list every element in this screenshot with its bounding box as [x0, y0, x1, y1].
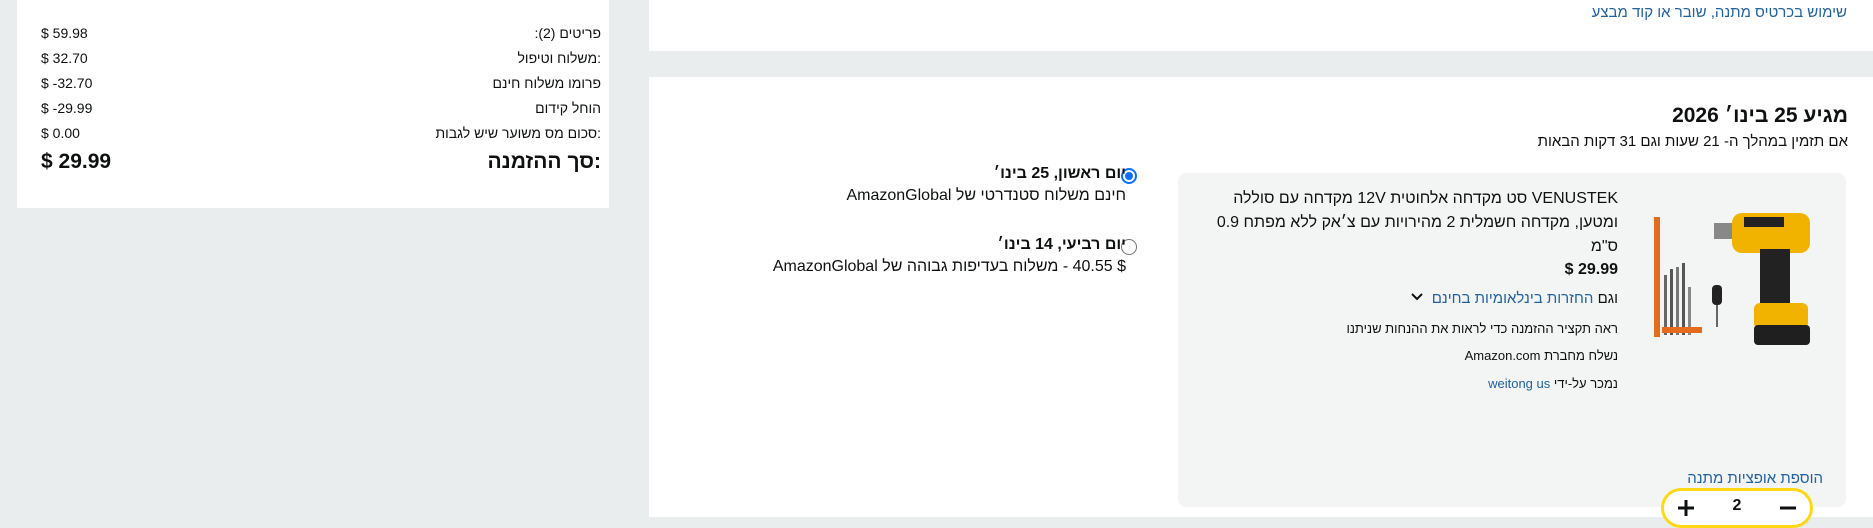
- sold-by: נמכר על-ידי weitong us: [1488, 376, 1618, 391]
- gift-card-link[interactable]: שימוש בכרטיס מתנה, שובר או קוד מבצע: [1592, 4, 1847, 21]
- product-title[interactable]: VENUSTEK סט מקדחה אלחוטית 12V מקדחה עם ס…: [1198, 187, 1618, 259]
- shipping-option-1-desc: חינם משלוח סטנדרטי של AmazonGlobal: [846, 187, 1126, 204]
- total-value: $ 29.99: [41, 150, 112, 173]
- promo-shipping-value: $ -32.70: [41, 75, 93, 91]
- item-card: VENUSTEK סט מקדחה אלחוטית 12V מקדחה עם ס…: [1178, 173, 1846, 528]
- order-summary-note: ראה תקציר ההזמנה כדי לראות את ההנחות שני…: [1346, 321, 1618, 336]
- summary-items-row: $ 59.98 פריטים (2):: [41, 23, 601, 43]
- quantity-stepper[interactable]: 2: [1661, 488, 1813, 528]
- returns-prefix: וגם: [1597, 290, 1618, 307]
- product-price: $ 29.99: [1564, 261, 1618, 278]
- summary-total-row: $ 29.99 :סך ההזמנה: [41, 148, 601, 176]
- tax-label: :סכום מס משוער שיש לגבות: [435, 125, 601, 141]
- gift-card-box: שימוש בכרטיס מתנה, שובר או קוד מבצע: [649, 0, 1873, 51]
- shipping-value: $ 32.70: [41, 50, 88, 66]
- total-label: :סך ההזמנה: [487, 150, 601, 173]
- returns-info: וגם החזרות בינלאומיות בחינם: [1410, 290, 1618, 307]
- seller-link[interactable]: weitong us: [1488, 376, 1550, 391]
- minus-icon[interactable]: [1776, 496, 1800, 520]
- summary-promo-applied-row: $ -29.99 הוחל קידום: [41, 98, 601, 118]
- summary-promo-shipping-row: $ -32.70 פרומו משלוח חינם: [41, 73, 601, 93]
- shipping-option-2-desc: $ 40.55 - משלוח בעדיפות גבוהה של AmazonG…: [772, 258, 1126, 275]
- shipping-option-2[interactable]: יום רביעי, 14 בינו׳ $ 40.55 - משלוח בעדי…: [773, 236, 1126, 276]
- items-value: $ 59.98: [41, 25, 88, 41]
- promo-applied-value: $ -29.99: [41, 100, 93, 116]
- items-label: פריטים (2):: [534, 25, 601, 41]
- summary-tax-row: $ 0.00 :סכום מס משוער שיש לגבות: [41, 123, 601, 143]
- returns-link[interactable]: החזרות בינלאומיות בחינם: [1432, 290, 1594, 307]
- tax-value: $ 0.00: [41, 125, 80, 141]
- sold-by-prefix: נמכר על-ידי: [1553, 376, 1618, 391]
- summary-shipping-row: $ 32.70 :משלוח וטיפול: [41, 48, 601, 68]
- shipped-from: נשלח מחברת Amazon.com: [1464, 348, 1618, 363]
- promo-applied-label: הוחל קידום: [535, 100, 601, 116]
- shipping-option-1-title: יום ראשון, 25 בינו׳: [993, 165, 1126, 182]
- chevron-down-icon[interactable]: [1410, 290, 1424, 304]
- shipping-option-2-title: יום רביעי, 14 בינו׳: [997, 236, 1126, 253]
- promo-shipping-label: פרומו משלוח חינם: [492, 75, 601, 91]
- add-gift-options-link[interactable]: הוספת אופציות מתנה: [1687, 470, 1823, 487]
- delivery-card: מגיע 25 בינו׳ 2026 אם תזמין במהלך ה- 21 …: [649, 77, 1873, 528]
- product-image[interactable]: [1648, 187, 1820, 359]
- order-summary-panel: $ 59.98 פריטים (2): $ 32.70 :משלוח וטיפו…: [17, 0, 609, 208]
- shipping-label: :משלוח וטיפול: [517, 50, 601, 66]
- order-cutoff-text: אם תזמין במהלך ה- 21 שעות וגם 31 דקות הב…: [1537, 133, 1848, 150]
- arrival-date-title: מגיע 25 בינו׳ 2026: [1672, 104, 1848, 127]
- shipping-option-1[interactable]: יום ראשון, 25 בינו׳ חינם משלוח סטנדרטי ש…: [846, 165, 1126, 205]
